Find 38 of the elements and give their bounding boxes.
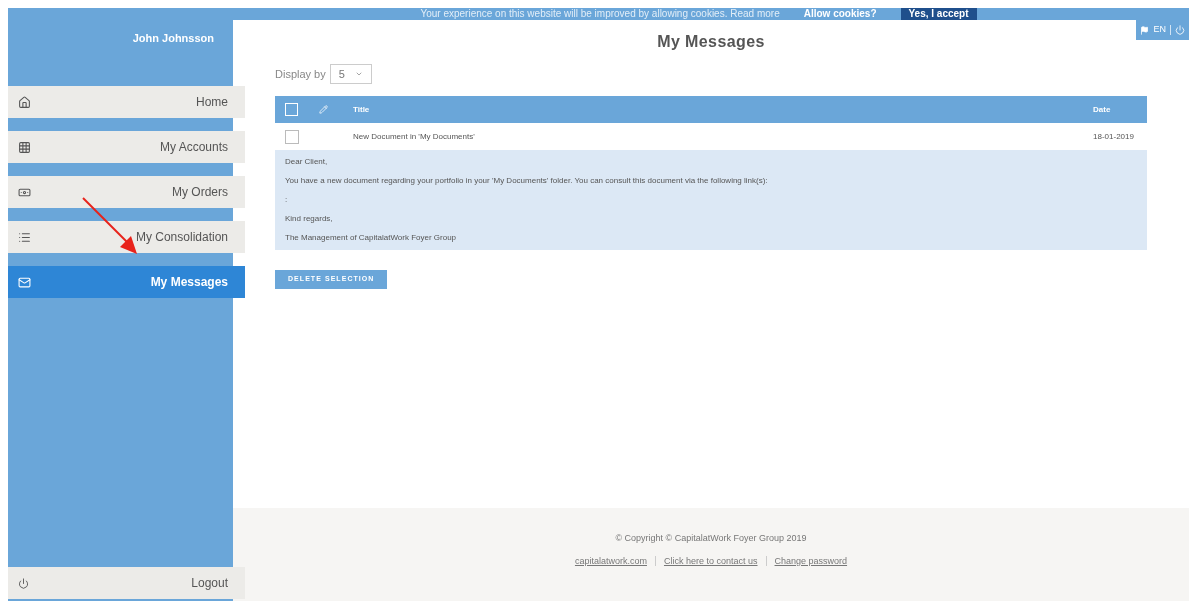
cookie-message: Your experience on this website will be improved by allowing cookies. Read more — [420, 8, 780, 20]
message-text: Kind regards, — [285, 213, 334, 225]
cookie-question: Allow cookies? — [803, 8, 877, 20]
power-icon — [18, 577, 29, 589]
sidebar-item[interactable]: My Accounts — [8, 131, 245, 163]
column-header: Title — [353, 103, 371, 116]
display-by-dropdown[interactable]: 5 — [329, 64, 372, 84]
home-icon — [18, 95, 31, 109]
message-text: You have a new document regarding your portfolio in your 'My Documents' folder. You can consult this document via the following link(s): — [285, 175, 769, 187]
logout-button[interactable]: Logout — [8, 567, 245, 599]
sidebar-item[interactable]: Home — [8, 86, 245, 118]
annotation-arrow — [82, 197, 138, 255]
copyright-text: © Copyright © CapitalatWork Foyer Group 2019 — [615, 532, 807, 545]
footer-link[interactable]: Click here to contact us — [663, 554, 758, 568]
message-text: : — [285, 194, 289, 206]
grid-icon — [18, 140, 31, 154]
page-title: My Messages — [656, 32, 766, 52]
select-all-checkbox[interactable] — [285, 103, 298, 116]
message-date: 18-01-2019 — [1093, 130, 1135, 143]
caret-icon — [354, 70, 363, 78]
pencil-icon — [319, 105, 328, 114]
footer-link[interactable]: capitalatwork.com — [574, 554, 647, 568]
display-by-label: Display by — [275, 66, 326, 82]
message-text: The Management of CapitalatWork Foyer Group — [285, 232, 458, 244]
message-title[interactable]: New Document in 'My Documents' — [353, 130, 1093, 143]
flag-icon — [1140, 25, 1150, 35]
column-header: Date — [1093, 103, 1112, 116]
row-checkbox[interactable] — [285, 129, 299, 144]
user-name: John Johnsson — [132, 31, 214, 46]
envelope-icon — [18, 275, 31, 289]
sidebar-item[interactable]: My Orders — [8, 176, 245, 208]
accept-cookies-button[interactable]: Yes, I accept — [900, 8, 977, 20]
list-icon — [18, 230, 31, 244]
power-icon[interactable] — [1175, 25, 1185, 35]
message-text: Dear Client, — [285, 156, 329, 168]
sidebar-item[interactable]: My Consolidation — [8, 221, 245, 253]
sidebar-item[interactable]: My Messages — [8, 266, 245, 298]
footer-link[interactable]: Change password — [774, 554, 848, 568]
